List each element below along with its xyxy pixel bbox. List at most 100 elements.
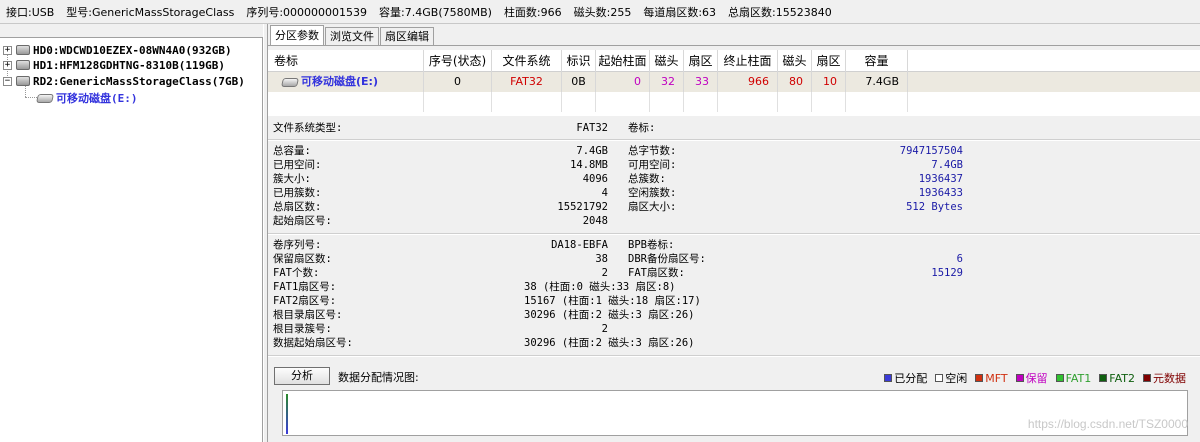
total-clusters-label: 总簇数: — [628, 173, 666, 185]
expand-icon[interactable]: + — [3, 45, 12, 55]
root-sector-value: 30296 (柱面:2 磁头:3 扇区:26) — [524, 309, 695, 321]
legend-item-metadata: 元数据 — [1143, 370, 1186, 386]
fat-sectors-value: 15129 — [931, 267, 963, 279]
tab-sector-edit[interactable]: 扇区编辑 — [380, 27, 434, 45]
cylinders-info: 柱面数:966 — [503, 5, 562, 19]
used-label: 已用空间: — [273, 159, 322, 171]
cell-end-sec: 10 — [812, 72, 846, 92]
col-start-cyl[interactable]: 起始柱面 — [596, 50, 650, 72]
col-id[interactable]: 标识 — [562, 50, 596, 72]
cell-end-head: 80 — [778, 72, 812, 92]
col-seq[interactable]: 序号(状态) — [424, 50, 492, 72]
tree-partition-e[interactable]: 可移动磁盘(E:) — [36, 91, 138, 105]
cell-label-text: 可移动磁盘(E:) — [301, 75, 378, 88]
table-header: 卷标 序号(状态) 文件系统 标识 起始柱面 磁头 扇区 终止柱面 磁头 扇区 … — [268, 50, 1200, 72]
legend-label: FAT1 — [1065, 371, 1092, 385]
removable-disk-icon — [16, 76, 30, 86]
total-sectors-label: 总扇区数: — [273, 201, 322, 213]
used-clusters-value: 4 — [601, 187, 608, 199]
swatch-icon — [935, 374, 944, 382]
table-row[interactable]: 可移动磁盘(E:) 0 FAT32 0B 0 32 33 966 80 10 7… — [268, 72, 1200, 92]
sector-size-value: 512 Bytes — [906, 201, 963, 213]
tab-partition-params[interactable]: 分区参数 — [270, 25, 324, 45]
legend-item-mft: MFT — [975, 370, 1008, 386]
cell-seq: 0 — [424, 72, 492, 92]
detail-row: FAT个数: 2 FAT扇区数: 15129 — [268, 266, 1200, 280]
tree-disk-rd2[interactable]: − RD2:GenericMassStorageClass(7GB) — [3, 74, 245, 88]
legend-label: 保留 — [1025, 372, 1048, 385]
fat-sectors-label: FAT扇区数: — [628, 267, 685, 279]
partition-icon — [281, 77, 299, 87]
tree-partition-label: 可移动磁盘(E:) — [56, 92, 138, 105]
total-cap-value: 7.4GB — [576, 145, 608, 157]
detail-row: FAT2扇区号: 15167 (柱面:1 磁头:18 扇区:17) — [268, 294, 1200, 308]
reserved-value: 38 — [595, 253, 608, 265]
separator — [268, 139, 1200, 141]
cell-id: 0B — [562, 72, 596, 92]
detail-row: 根目录扇区号: 30296 (柱面:2 磁头:3 扇区:26) — [268, 308, 1200, 322]
col-end-sec[interactable]: 扇区 — [812, 50, 846, 72]
cell-label: 可移动磁盘(E:) — [268, 72, 424, 92]
allocation-map-title: 数据分配情况图: — [338, 371, 419, 384]
legend-item-reserved: 保留 — [1015, 370, 1048, 386]
col-capacity[interactable]: 容量 — [846, 50, 908, 72]
detail-row: 数据起始扇区号: 30296 (柱面:2 磁头:3 扇区:26) — [268, 336, 1200, 350]
col-end-head[interactable]: 磁头 — [778, 50, 812, 72]
legend-label: 空闲 — [945, 372, 968, 385]
separator — [268, 355, 1200, 357]
cell-start-head: 32 — [650, 72, 684, 92]
serial-info: 序列号:000000001539 — [246, 5, 368, 19]
cell-capacity: 7.4GB — [846, 72, 908, 92]
disk-info-bar: 接口:USB 型号:GenericMassStorageClass 序列号:00… — [0, 0, 1200, 24]
table-empty-row — [268, 92, 1200, 112]
col-fs[interactable]: 文件系统 — [492, 50, 562, 72]
collapse-icon[interactable]: − — [3, 76, 12, 86]
swatch-icon — [1143, 374, 1151, 382]
allocation-legend: 已分配 空闲 MFT 保留 FAT1 FAT2 元数据 — [876, 370, 1186, 386]
used-clusters-label: 已用簇数: — [273, 187, 322, 199]
detail-row: 总扇区数: 15521792 扇区大小: 512 Bytes — [268, 200, 1200, 214]
legend-label: FAT2 — [1109, 371, 1135, 385]
interface-info: 接口:USB — [6, 5, 55, 19]
legend-item-fat2: FAT2 — [1099, 370, 1135, 386]
col-start-head[interactable]: 磁头 — [650, 50, 684, 72]
fs-type-row: 文件系统类型: FAT32 卷标: — [268, 121, 1200, 135]
partition-table: 卷标 序号(状态) 文件系统 标识 起始柱面 磁头 扇区 终止柱面 磁头 扇区 … — [268, 50, 1200, 116]
capacity-info: 容量:7.4GB(7580MB) — [379, 5, 492, 19]
swatch-icon — [975, 374, 984, 382]
root-cluster-value: 2 — [601, 323, 608, 335]
free-clusters-label: 空闲簇数: — [628, 187, 677, 199]
tree-disk-label: HD1:HFM128GDHTNG-8310B(119GB) — [33, 58, 226, 72]
analyze-button[interactable]: 分析 — [274, 367, 330, 385]
tree-disk-label: HD0:WDCWD10EZEX-08WN4A0(932GB) — [33, 43, 232, 57]
bpb-label: BPB卷标: — [628, 239, 675, 251]
col-label[interactable]: 卷标 — [268, 50, 424, 72]
sectors-per-track-info: 每道扇区数:63 — [643, 5, 717, 19]
total-bytes-label: 总字节数: — [628, 145, 677, 157]
col-end-cyl[interactable]: 终止柱面 — [718, 50, 778, 72]
detail-row: 根目录簇号: 2 — [268, 322, 1200, 336]
fat2-label: FAT2扇区号: — [273, 295, 337, 307]
detail-row: 总容量: 7.4GB 总字节数: 7947157504 — [268, 144, 1200, 158]
tab-browse-files[interactable]: 浏览文件 — [325, 27, 379, 45]
cell-end-cyl: 966 — [718, 72, 778, 92]
cluster-size-label: 簇大小: — [273, 173, 311, 185]
fat-count-value: 2 — [601, 267, 608, 279]
expand-icon[interactable]: + — [3, 60, 12, 70]
legend-item-free: 空闲 — [935, 370, 967, 386]
dbr-backup-value: 6 — [956, 253, 963, 265]
tree-disk-hd0[interactable]: + HD0:WDCWD10EZEX-08WN4A0(932GB) — [3, 43, 232, 57]
free-value: 7.4GB — [931, 159, 963, 171]
used-value: 14.8MB — [570, 159, 608, 171]
vol-serial-label: 卷序列号: — [273, 239, 322, 251]
legend-label: 已分配 — [894, 372, 928, 385]
disk-tree[interactable]: + HD0:WDCWD10EZEX-08WN4A0(932GB) + HD1:H… — [0, 37, 263, 442]
fat2-value: 15167 (柱面:1 磁头:18 扇区:17) — [524, 295, 701, 307]
total-sectors-info: 总扇区数:15523840 — [728, 5, 832, 19]
swatch-icon — [884, 374, 893, 382]
start-sector-value: 2048 — [582, 215, 608, 227]
data-start-value: 30296 (柱面:2 磁头:3 扇区:26) — [524, 337, 695, 349]
tree-disk-hd1[interactable]: + HD1:HFM128GDHTNG-8310B(119GB) — [3, 58, 225, 72]
legend-item-fat1: FAT1 — [1055, 370, 1092, 386]
col-start-sec[interactable]: 扇区 — [684, 50, 718, 72]
